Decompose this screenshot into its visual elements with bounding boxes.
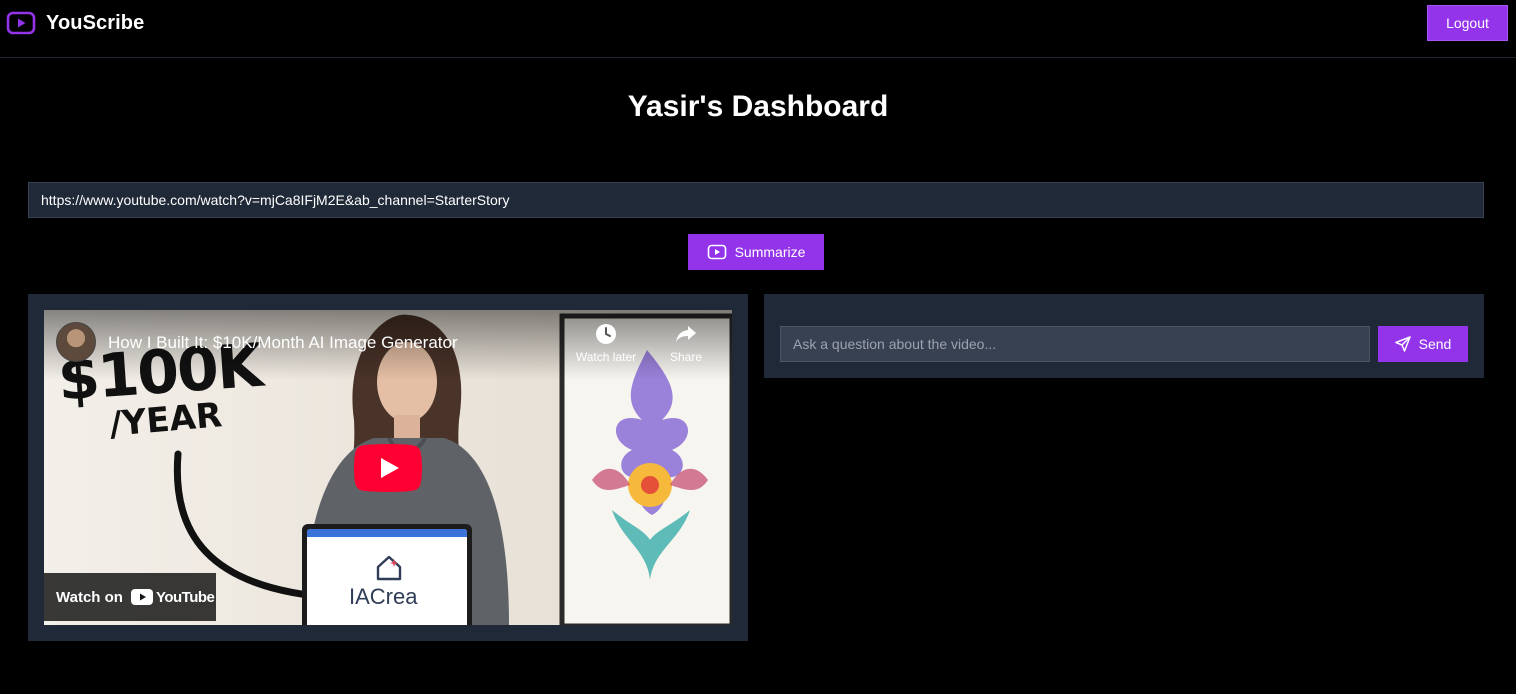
logout-button[interactable]: Logout	[1427, 5, 1508, 41]
video-play-icon	[707, 244, 726, 260]
house-icon	[376, 555, 402, 581]
page-title: Yasir's Dashboard	[627, 90, 889, 123]
app-name: YouScribe	[46, 11, 145, 34]
youtube-embed-player[interactable]: $100K /YEAR IACrea How I Built It: $10K/…	[44, 310, 732, 625]
brand[interactable]: YouScribe	[6, 10, 144, 36]
paper-plane-icon	[1394, 336, 1411, 352]
clock-icon	[596, 324, 616, 344]
watch-later-button[interactable]: Watch later	[571, 322, 641, 364]
youscribe-logo-icon	[6, 11, 36, 35]
send-button[interactable]: Send	[1378, 326, 1468, 362]
share-label: Share	[669, 350, 703, 364]
video-panel: $100K /YEAR IACrea How I Built It: $10K/…	[28, 294, 748, 641]
watch-on-label: Watch on	[56, 588, 123, 606]
video-title[interactable]: How I Built It: $10K/Month AI Image Gene…	[108, 333, 458, 353]
youtube-logo: YouTube	[130, 588, 215, 606]
laptop-logo-text: IACrea	[349, 584, 418, 609]
youtube-logo-icon	[130, 589, 153, 605]
chat-panel: Send	[764, 294, 1484, 378]
channel-avatar[interactable]	[56, 322, 96, 362]
youtube-play-button-icon[interactable]	[354, 444, 422, 492]
share-arrow-icon	[676, 326, 696, 342]
watch-on-youtube-button[interactable]: Watch on YouTube	[44, 573, 216, 621]
share-button[interactable]: Share	[651, 322, 721, 364]
question-input[interactable]	[780, 326, 1370, 362]
video-url-input[interactable]	[28, 182, 1484, 218]
summarize-button[interactable]: Summarize	[688, 234, 824, 270]
watch-later-label: Watch later	[575, 350, 637, 364]
thumbnail-subheadline-text: /YEAR	[107, 395, 224, 445]
thumbnail-laptop: IACrea	[302, 524, 472, 625]
top-navbar: YouScribe Logout	[0, 0, 1516, 58]
youtube-logo-text: YouTube	[155, 588, 215, 606]
send-button-label: Send	[1418, 336, 1452, 352]
summarize-button-label: Summarize	[734, 244, 806, 260]
